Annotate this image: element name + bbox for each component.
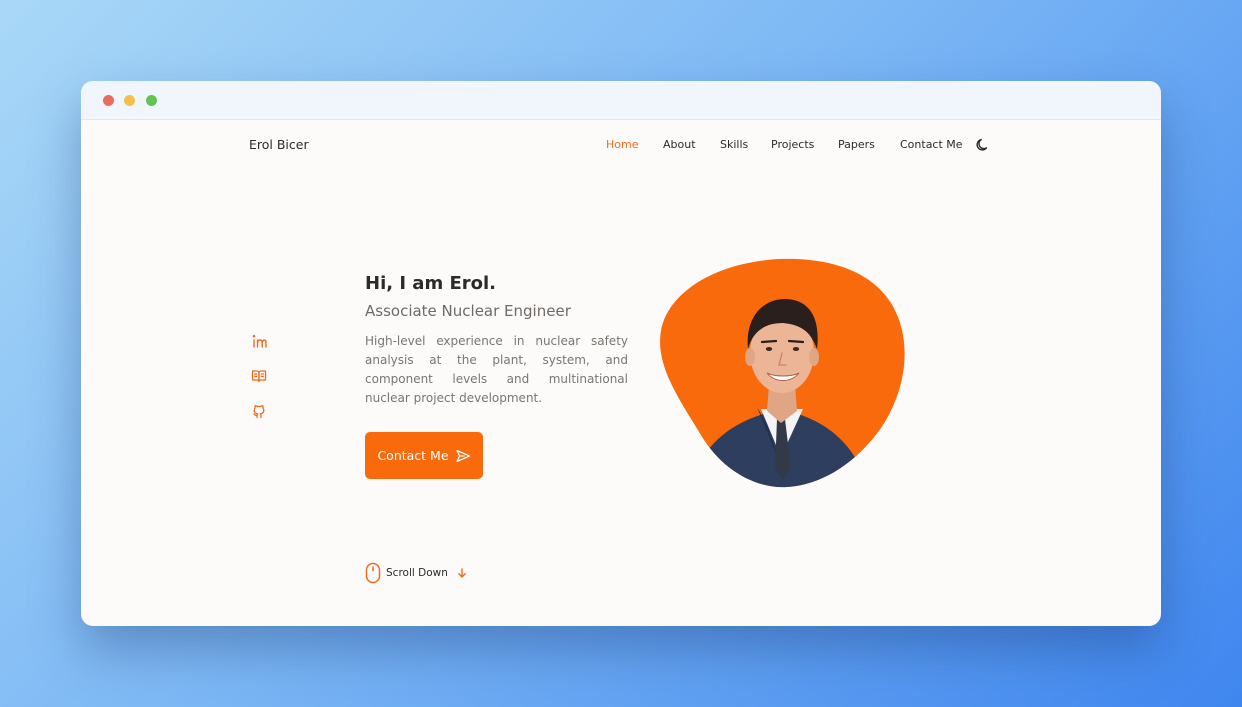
profile-photo	[660, 258, 905, 488]
nav-item-projects[interactable]: Projects	[771, 138, 814, 151]
window-titlebar	[81, 81, 1161, 120]
mouse-icon	[365, 562, 381, 584]
contact-me-label: Contact Me	[377, 448, 449, 463]
book-icon[interactable]	[251, 368, 267, 384]
close-window-dot[interactable]	[103, 95, 114, 106]
nav-item-contact[interactable]: Contact Me	[900, 138, 963, 151]
nav-item-about[interactable]: About	[663, 138, 696, 151]
moon-icon[interactable]	[975, 137, 991, 153]
scroll-down-link[interactable]: Scroll Down	[365, 562, 468, 584]
arrow-down-icon	[457, 568, 466, 578]
nav-item-home[interactable]: Home	[606, 138, 638, 151]
minimize-window-dot[interactable]	[124, 95, 135, 106]
github-icon[interactable]	[251, 403, 267, 419]
hero-subtitle: Associate Nuclear Engineer	[365, 302, 571, 320]
nav-item-skills[interactable]: Skills	[720, 138, 748, 151]
contact-me-button[interactable]: Contact Me	[365, 432, 483, 479]
scroll-down-label: Scroll Down	[386, 567, 448, 579]
maximize-window-dot[interactable]	[146, 95, 157, 106]
site-logo[interactable]: Erol Bicer	[249, 137, 309, 152]
hero-title: Hi, I am Erol.	[365, 273, 497, 294]
linkedin-icon[interactable]	[251, 333, 267, 349]
hero-description: High-level experience in nuclear safety …	[365, 334, 628, 405]
send-icon	[455, 449, 470, 462]
browser-window: Erol Bicer Home About Skills Projects Pa…	[81, 81, 1161, 626]
nav-item-papers[interactable]: Papers	[838, 138, 875, 151]
